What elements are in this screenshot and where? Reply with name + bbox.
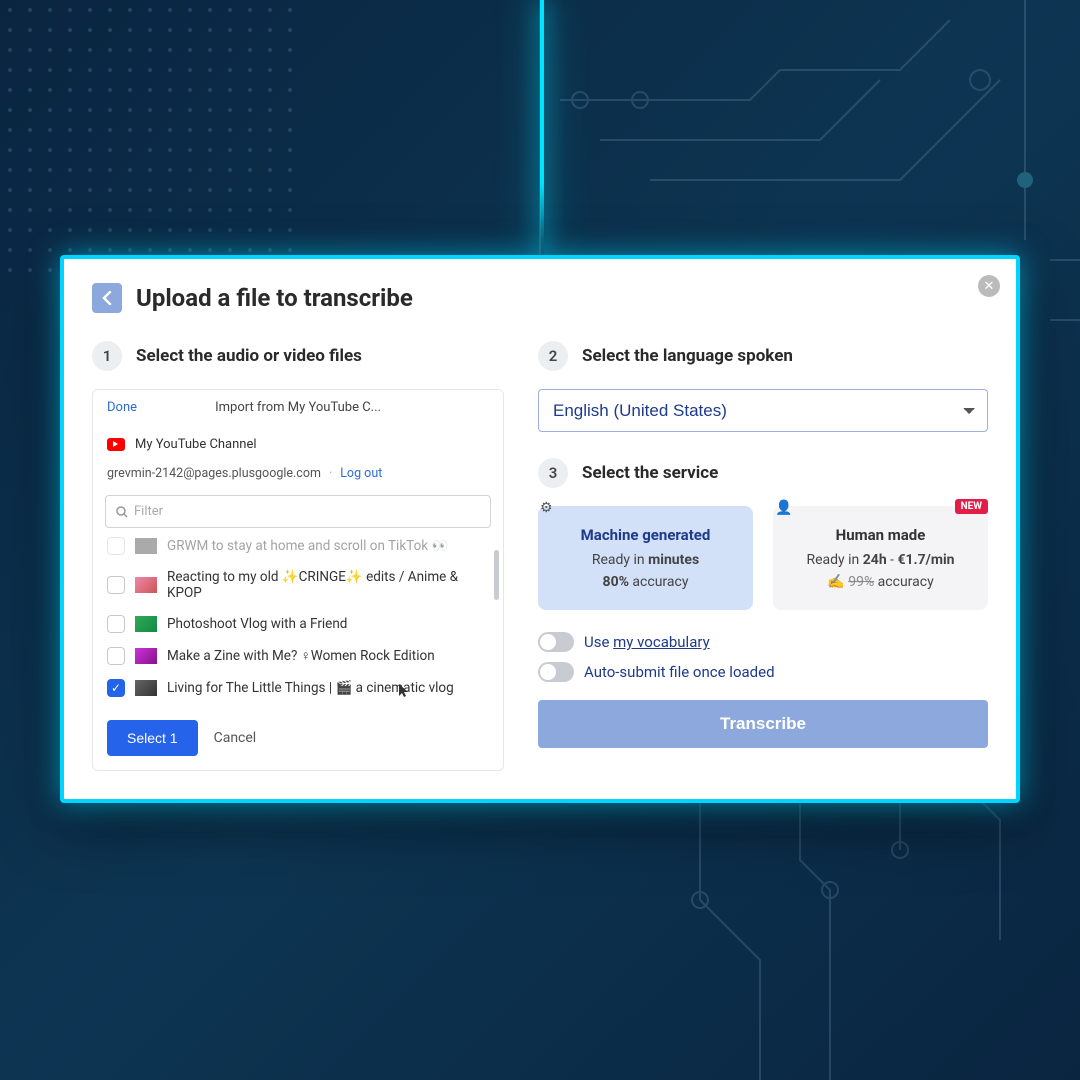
- step2-label: Select the language spoken: [582, 346, 793, 366]
- back-button[interactable]: [92, 283, 122, 313]
- account-email: grevmin-2142@pages.plusgoogle.com: [107, 466, 321, 481]
- video-thumbnail: [135, 538, 157, 554]
- step2-number: 2: [538, 341, 568, 371]
- toggle-vocabulary-row: Use my vocabulary: [538, 632, 988, 652]
- human-accuracy: ✍️ 99% accuracy: [787, 574, 974, 590]
- right-column: 2 Select the language spoken English (Un…: [538, 341, 988, 771]
- cancel-link[interactable]: Cancel: [214, 730, 257, 746]
- chevron-left-icon: [102, 291, 112, 305]
- toggle-autosubmit[interactable]: [538, 662, 574, 682]
- video-title: Photoshoot Vlog with a Friend: [167, 616, 347, 632]
- video-title: Reacting to my old ✨CRINGE✨ edits / Anim…: [167, 569, 489, 601]
- service-human[interactable]: 👤 NEW Human made Ready in 24h - €1.7/min…: [773, 506, 988, 610]
- filter-input[interactable]: Filter: [105, 495, 491, 528]
- channel-name: My YouTube Channel: [135, 437, 257, 452]
- person-icon: 👤: [775, 500, 792, 516]
- language-select[interactable]: English (United States): [538, 389, 988, 432]
- toggle-autosubmit-row: Auto-submit file once loaded: [538, 662, 988, 682]
- logout-link[interactable]: Log out: [340, 466, 382, 481]
- youtube-import-panel: Done Import from My YouTube C... My YouT…: [92, 389, 504, 771]
- autosubmit-label: Auto-submit file once loaded: [584, 663, 775, 681]
- step3-number: 3: [538, 458, 568, 488]
- machine-title: Machine generated: [552, 526, 739, 544]
- machine-ready: Ready in minutes: [552, 552, 739, 568]
- youtube-icon: [107, 438, 125, 451]
- search-icon: [116, 506, 128, 518]
- modal-header: Upload a file to transcribe: [92, 283, 988, 313]
- import-panel-title: Import from My YouTube C...: [137, 400, 459, 415]
- checkbox-checked[interactable]: ✓: [107, 679, 125, 697]
- video-title: Make a Zine with Me? ♀Women Rock Edition: [167, 648, 435, 664]
- human-title: Human made: [787, 526, 974, 544]
- checkbox[interactable]: [107, 576, 125, 594]
- video-title: GRWM to stay at home and scroll on TikTo…: [167, 538, 448, 554]
- checkbox[interactable]: [107, 537, 125, 555]
- transcribe-button[interactable]: Transcribe: [538, 700, 988, 748]
- step1-label: Select the audio or video files: [136, 346, 362, 366]
- service-machine[interactable]: ⚙ Machine generated Ready in minutes 80%…: [538, 506, 753, 610]
- video-thumbnail: [135, 648, 157, 664]
- decorative-glow-line: [540, 0, 544, 260]
- upload-modal: ✕ Upload a file to transcribe 1 Select t…: [60, 255, 1020, 803]
- filter-placeholder: Filter: [134, 504, 163, 519]
- machine-accuracy: 80% accuracy: [552, 574, 739, 590]
- list-item[interactable]: Make a Zine with Me? ♀Women Rock Edition: [105, 640, 491, 672]
- video-thumbnail: [135, 616, 157, 632]
- step3-label: Select the service: [582, 463, 718, 483]
- video-title: Living for The Little Things | 🎬 a cinem…: [167, 680, 454, 696]
- list-item[interactable]: Photoshoot Vlog with a Friend: [105, 608, 491, 640]
- checkbox[interactable]: [107, 647, 125, 665]
- list-item[interactable]: ✓ Living for The Little Things | 🎬 a cin…: [105, 672, 491, 704]
- toggle-vocabulary[interactable]: [538, 632, 574, 652]
- gear-icon: ⚙: [540, 500, 553, 516]
- video-thumbnail: [135, 577, 157, 593]
- human-ready: Ready in 24h - €1.7/min: [787, 552, 974, 568]
- vocabulary-link[interactable]: my vocabulary: [613, 633, 710, 651]
- step1-column: 1 Select the audio or video files Done I…: [92, 341, 504, 771]
- checkbox[interactable]: [107, 615, 125, 633]
- done-link[interactable]: Done: [107, 400, 137, 415]
- list-item[interactable]: GRWM to stay at home and scroll on TikTo…: [105, 530, 491, 562]
- select-button[interactable]: Select 1: [107, 720, 198, 756]
- close-icon[interactable]: ✕: [978, 275, 1000, 297]
- list-item[interactable]: Reacting to my old ✨CRINGE✨ edits / Anim…: [105, 562, 491, 608]
- video-list: GRWM to stay at home and scroll on TikTo…: [93, 530, 503, 704]
- modal-title: Upload a file to transcribe: [136, 284, 413, 312]
- video-thumbnail: [135, 680, 157, 696]
- new-badge: NEW: [955, 499, 988, 514]
- step1-number: 1: [92, 341, 122, 371]
